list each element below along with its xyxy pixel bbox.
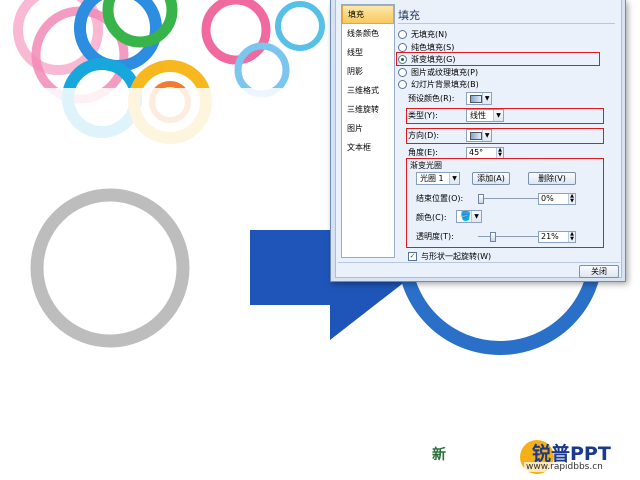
paint-bucket-icon: 🪣 xyxy=(460,211,472,222)
option-background-fill[interactable]: 幻灯片背景填充(B) xyxy=(398,78,479,90)
footer-divider xyxy=(338,262,620,263)
brand-url: www.rapidbbs.cn xyxy=(524,462,605,472)
chevron-down-icon: ▼ xyxy=(471,211,481,222)
stop-value: 光圈 1 xyxy=(420,174,444,183)
option-gradient-fill[interactable]: 渐变填充(G) xyxy=(398,53,455,65)
category-nav: 填充 线条颜色 线型 阴影 三维格式 三维旋转 图片 文本框 xyxy=(341,4,395,258)
nav-item-line-color[interactable]: 线条颜色 xyxy=(342,24,394,43)
nav-item-3d-rotation[interactable]: 三维旋转 xyxy=(342,100,394,119)
radio-background-fill[interactable] xyxy=(398,79,407,89)
gradient-stops-label: 渐变光圈 xyxy=(410,161,442,170)
slider-thumb[interactable] xyxy=(478,194,484,204)
stop-color-label: 颜色(C): xyxy=(416,213,447,222)
direction-swatch xyxy=(470,131,483,140)
nav-item-3d-format[interactable]: 三维格式 xyxy=(342,81,394,100)
slider-thumb[interactable] xyxy=(490,232,496,242)
preset-color-label: 预设颜色(R): xyxy=(408,94,455,103)
direction-label: 方向(D): xyxy=(408,131,440,140)
delete-stop-button[interactable]: 删除(V) xyxy=(528,172,576,185)
brand-left-text: 新 xyxy=(432,447,446,463)
spin-arrows-icon[interactable]: ▲ ▼ xyxy=(568,232,575,242)
end-position-slider[interactable] xyxy=(478,193,544,205)
nav-item-picture[interactable]: 图片 xyxy=(342,119,394,138)
chevron-down-icon: ▼ xyxy=(482,130,491,141)
rotate-with-shape-checkbox[interactable]: ✓ xyxy=(408,252,417,261)
radio-no-fill[interactable] xyxy=(398,29,407,39)
nav-item-line-style[interactable]: 线型 xyxy=(342,43,394,62)
preset-color-swatch xyxy=(470,94,483,103)
end-position-label: 结束位置(O): xyxy=(416,194,464,203)
option-gradient-fill-label: 渐变填充(G) xyxy=(411,54,456,64)
chevron-down-icon: ▼ xyxy=(449,173,459,184)
nav-item-text-box[interactable]: 文本框 xyxy=(342,138,394,157)
close-button[interactable]: 关闭 xyxy=(579,265,619,278)
stop-dropdown[interactable]: 光圈 1 ▼ xyxy=(416,172,460,185)
stop-color-dropdown[interactable]: 🪣 ▼ xyxy=(456,210,482,223)
end-position-value: 0% xyxy=(541,194,554,203)
option-solid-fill-label: 纯色填充(S) xyxy=(411,42,455,52)
fill-panel: 填充 无填充(N) 纯色填充(S) 渐变填充(G) 图片或纹理填充(P) 幻灯片… xyxy=(396,4,617,261)
preset-color-dropdown[interactable]: ▼ xyxy=(466,92,492,105)
transparency-spinner[interactable]: 21% ▲ ▼ xyxy=(538,231,576,243)
nav-item-fill[interactable]: 填充 xyxy=(342,5,394,24)
type-dropdown[interactable]: 线性 ▼ xyxy=(466,109,504,122)
radio-solid-fill[interactable] xyxy=(398,42,407,52)
panel-divider xyxy=(398,23,615,24)
transparency-value: 21% xyxy=(541,232,559,241)
slider-track xyxy=(478,198,544,199)
add-stop-button[interactable]: 添加(A) xyxy=(472,172,510,185)
format-shape-dialog: 填充 线条颜色 线型 阴影 三维格式 三维旋转 图片 文本框 填充 无填充(N)… xyxy=(330,0,626,282)
radio-picture-fill[interactable] xyxy=(398,67,407,77)
chevron-down-icon: ▼ xyxy=(493,110,503,121)
type-value: 线性 xyxy=(470,111,486,120)
transparency-label: 透明度(T): xyxy=(416,232,454,241)
spin-arrows-icon[interactable]: ▲ ▼ xyxy=(568,194,575,204)
spin-arrows-icon[interactable]: ▲ ▼ xyxy=(496,148,503,158)
option-picture-fill[interactable]: 图片或纹理填充(P) xyxy=(398,66,478,78)
brand-watermark: 新 锐普PPT www.rapidbbs.cn xyxy=(432,438,638,474)
panel-title: 填充 xyxy=(398,9,420,22)
type-label: 类型(Y): xyxy=(408,111,438,120)
direction-dropdown[interactable]: ▼ xyxy=(466,129,492,142)
slider-track xyxy=(478,236,544,237)
angle-value: 45° xyxy=(469,148,484,157)
chevron-down-icon: ▼ xyxy=(482,93,491,104)
radio-gradient-fill[interactable] xyxy=(398,54,407,64)
option-background-fill-label: 幻灯片背景填充(B) xyxy=(411,79,479,89)
gray-ring xyxy=(30,188,190,348)
option-picture-fill-label: 图片或纹理填充(P) xyxy=(411,67,479,77)
dialog-body: 填充 线条颜色 线型 阴影 三维格式 三维旋转 图片 文本框 填充 无填充(N)… xyxy=(335,0,622,278)
transparency-slider[interactable] xyxy=(478,231,544,243)
option-no-fill[interactable]: 无填充(N) xyxy=(398,28,447,40)
option-no-fill-label: 无填充(N) xyxy=(411,29,448,39)
nav-item-shadow[interactable]: 阴影 xyxy=(342,62,394,81)
end-position-spinner[interactable]: 0% ▲ ▼ xyxy=(538,193,576,205)
